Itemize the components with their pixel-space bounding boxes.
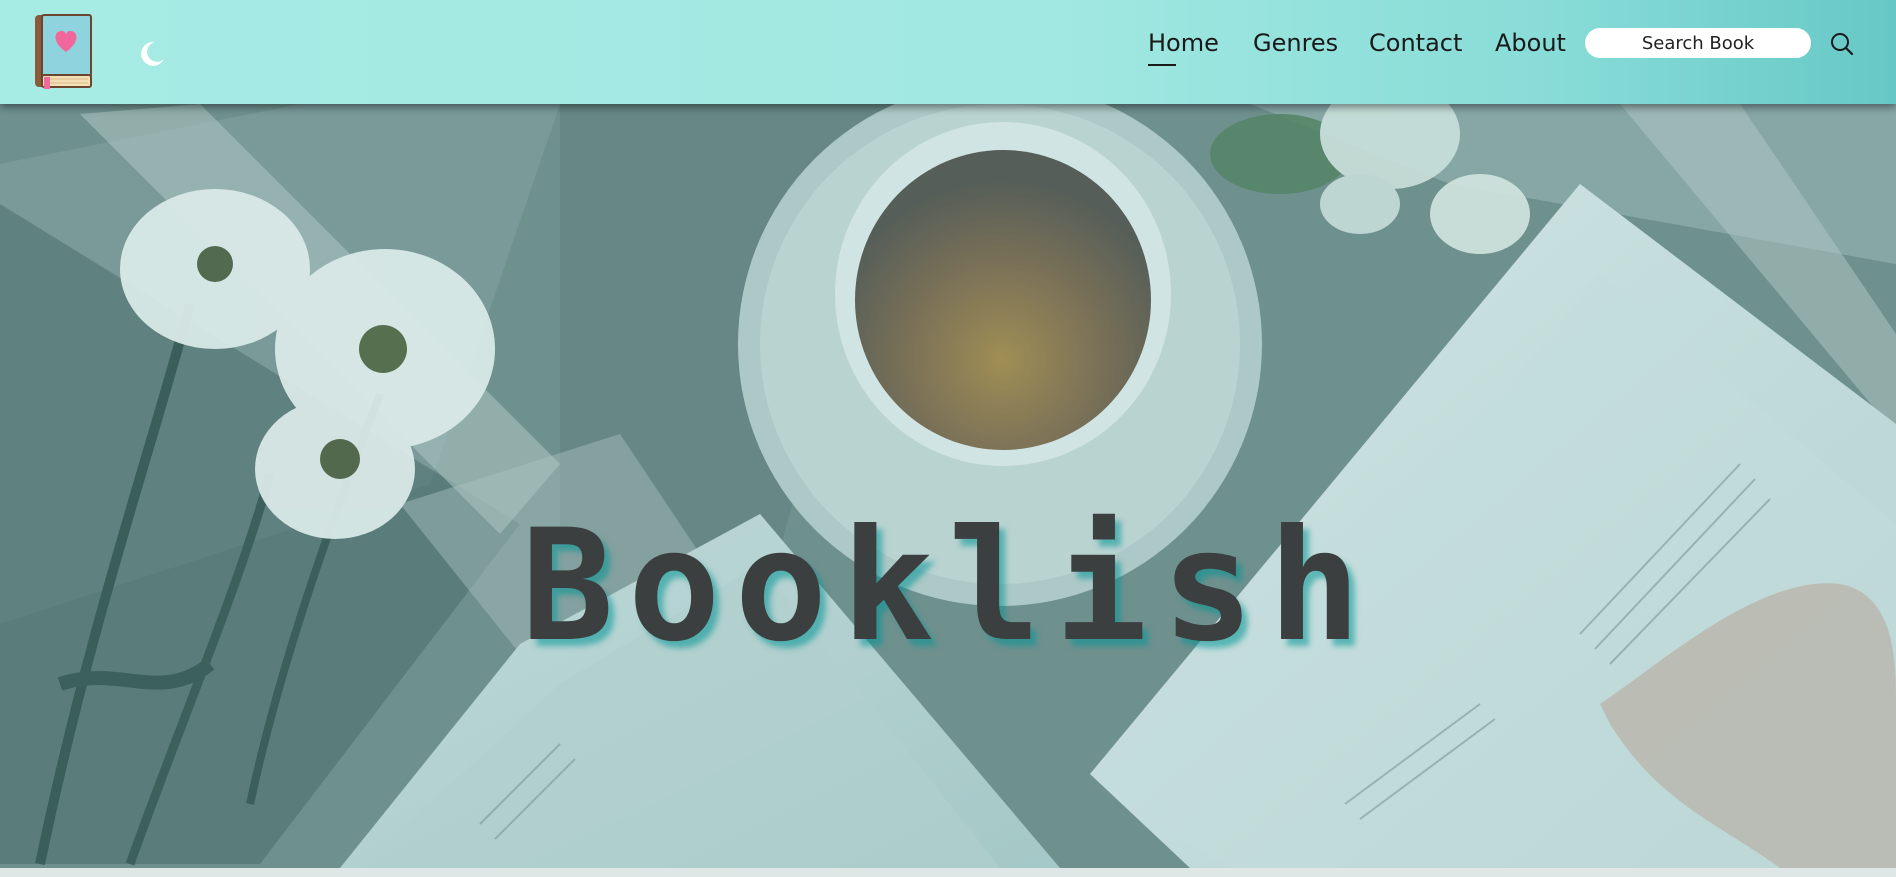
book-heart-icon [35, 14, 92, 89]
nav-home[interactable]: Home [1148, 26, 1219, 66]
page-bottom-edge [0, 868, 1896, 877]
hero-tint-overlay [0, 104, 1896, 868]
search-button[interactable] [1829, 31, 1855, 57]
nav-genres[interactable]: Genres [1253, 26, 1338, 60]
search-input[interactable] [1585, 28, 1811, 58]
hero-banner: Booklish [0, 104, 1896, 868]
site-logo[interactable] [33, 13, 95, 91]
hero-title: Booklish [521, 497, 1375, 677]
top-navbar: Home Genres Contact About [0, 0, 1896, 104]
moon-icon [141, 41, 164, 66]
dark-mode-toggle[interactable] [136, 38, 168, 70]
nav-contact[interactable]: Contact [1369, 26, 1462, 60]
search-icon [1831, 33, 1854, 56]
nav-about[interactable]: About [1495, 26, 1566, 60]
